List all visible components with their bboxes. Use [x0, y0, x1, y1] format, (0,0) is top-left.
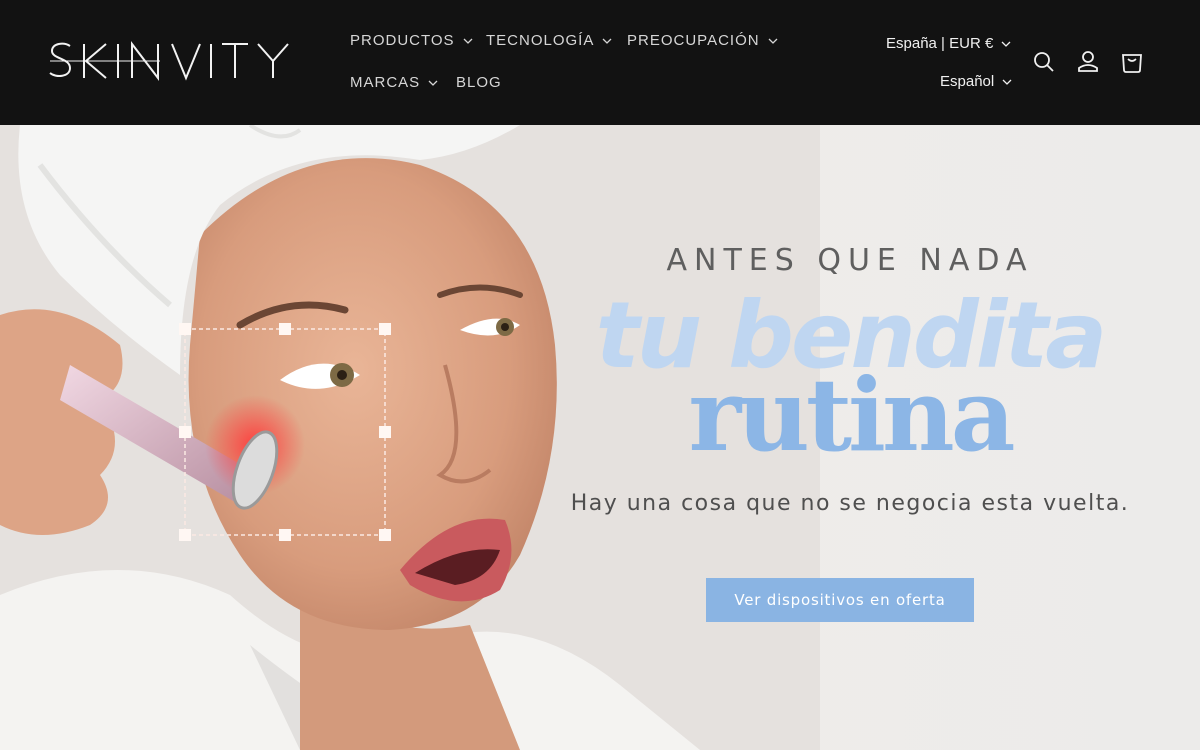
offer-devices-button[interactable]: Ver dispositivos en oferta	[706, 578, 974, 622]
chevron-down-icon	[602, 38, 612, 44]
hero-banner: ANTES QUE NADA tu bendita rutina Hay una…	[0, 125, 1200, 750]
skinvity-logo[interactable]	[48, 40, 292, 82]
chevron-down-icon	[1002, 79, 1012, 85]
site-header: PRODUCTOS TECNOLOGÍA PREOCUPACIÓN MARCAS…	[0, 0, 1200, 125]
hero-headline-big: rutina	[688, 356, 1015, 474]
language-selector[interactable]: Español	[940, 73, 1012, 90]
chevron-down-icon	[768, 38, 778, 44]
nav-label: TECNOLOGÍA	[486, 32, 595, 49]
chevron-down-icon	[1001, 41, 1011, 47]
language-label: Español	[940, 73, 995, 90]
search-icon[interactable]	[1031, 49, 1057, 75]
hero-eyebrow: ANTES QUE NADA	[666, 243, 1034, 278]
nav-blog[interactable]: BLOG	[456, 74, 502, 91]
nav-label: MARCAS	[350, 74, 421, 91]
chevron-down-icon	[463, 38, 473, 44]
nav-productos[interactable]: PRODUCTOS	[350, 32, 473, 49]
country-currency-label: España | EUR €	[886, 35, 994, 52]
nav-preocupacion[interactable]: PREOCUPACIÓN	[627, 32, 778, 49]
nav-tecnologia[interactable]: TECNOLOGÍA	[486, 32, 612, 49]
nav-label: PREOCUPACIÓN	[627, 32, 760, 49]
country-currency-selector[interactable]: España | EUR €	[886, 35, 1011, 52]
account-icon[interactable]	[1075, 49, 1101, 75]
chevron-down-icon	[428, 80, 438, 86]
nav-label: PRODUCTOS	[350, 32, 455, 49]
cart-icon[interactable]	[1119, 49, 1145, 75]
nav-label: BLOG	[456, 74, 502, 91]
hero-subtitle: Hay una cosa que no se negocia esta vuel…	[570, 491, 1130, 516]
nav-marcas[interactable]: MARCAS	[350, 74, 438, 91]
